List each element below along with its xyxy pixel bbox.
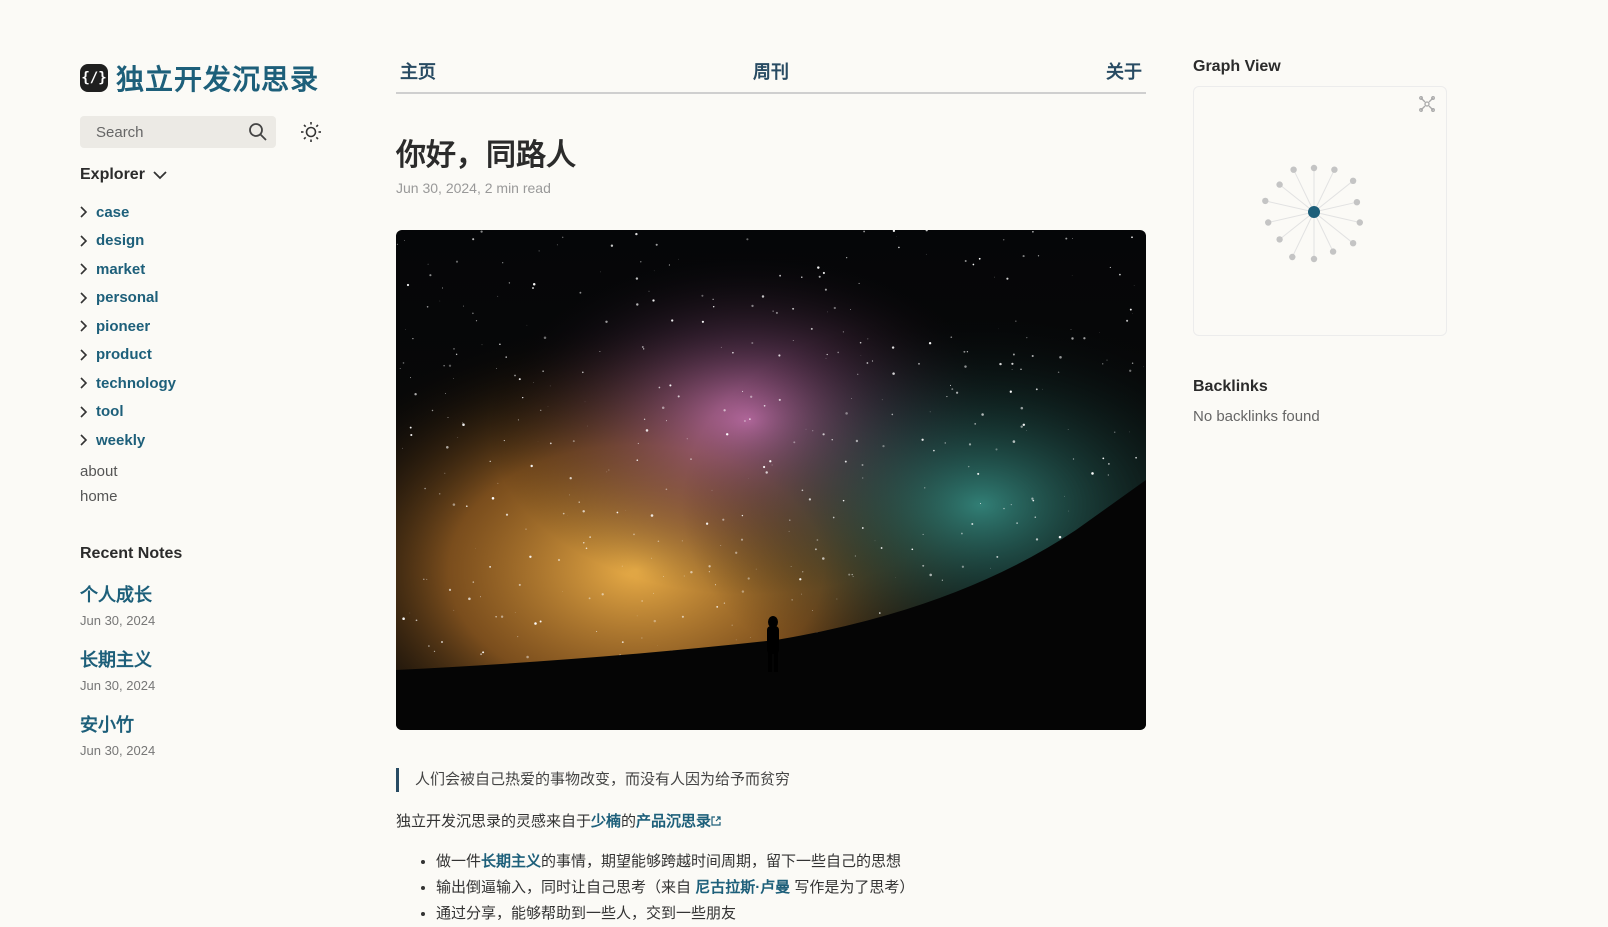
graph-node[interactable] bbox=[1354, 199, 1360, 205]
folder-weekly[interactable]: weekly bbox=[80, 426, 340, 455]
page-title: 你好，同路人 bbox=[396, 130, 1146, 174]
link-luhmann[interactable]: 尼古拉斯·卢曼 bbox=[695, 879, 790, 896]
search-placeholder: Search bbox=[96, 124, 144, 141]
graph-node[interactable] bbox=[1311, 256, 1317, 262]
explorer-tree: case design market personal pioneer prod… bbox=[80, 198, 340, 509]
article-intro: 独立开发沉思录的灵感来自于少楠的产品沉思录 bbox=[396, 810, 1146, 831]
theme-toggle-sun-icon[interactable] bbox=[300, 121, 322, 143]
list-item: 做一件长期主义的事情，期望能够跨越时间周期，留下一些自己的思想 bbox=[436, 849, 1146, 875]
main-content: 主页 周刊 关于 你好，同路人 Jun 30, 2024, 2 min read bbox=[396, 58, 1146, 927]
chevron-right-icon bbox=[80, 235, 88, 247]
graph-edge bbox=[1314, 212, 1333, 252]
graph-node[interactable] bbox=[1276, 181, 1282, 187]
chevron-right-icon bbox=[80, 349, 88, 361]
page-about[interactable]: about bbox=[80, 459, 340, 484]
expand-graph-icon[interactable] bbox=[1418, 95, 1436, 113]
graph-node[interactable] bbox=[1331, 167, 1337, 173]
graph-node[interactable] bbox=[1330, 248, 1336, 254]
folder-label: product bbox=[96, 346, 152, 363]
graph-node[interactable] bbox=[1350, 240, 1356, 246]
recent-note-title[interactable]: 个人成长 bbox=[80, 581, 340, 607]
graph-edge bbox=[1314, 170, 1334, 212]
folder-label: pioneer bbox=[96, 318, 150, 335]
graph-node[interactable] bbox=[1289, 254, 1295, 260]
list-item: 通过分享，能够帮助到一些人，交到一些朋友 bbox=[436, 901, 1146, 927]
recent-note[interactable]: 个人成长 Jun 30, 2024 bbox=[80, 581, 340, 628]
recent-note-date: Jun 30, 2024 bbox=[80, 743, 340, 758]
nav-home[interactable]: 主页 bbox=[400, 58, 436, 84]
hero-image bbox=[396, 230, 1146, 730]
nav-weekly[interactable]: 周刊 bbox=[753, 58, 789, 84]
article-blockquote: 人们会被自己热爱的事物改变，而没有人因为给予而贫穷 bbox=[396, 768, 1146, 792]
folder-design[interactable]: design bbox=[80, 227, 340, 256]
graph-node-current[interactable] bbox=[1308, 206, 1320, 218]
link-shaonan[interactable]: 少楠 bbox=[591, 813, 621, 830]
chevron-right-icon bbox=[80, 377, 88, 389]
graph-node[interactable] bbox=[1311, 165, 1317, 171]
list-item: 输出倒逼输入，同时让自己思考（来自 尼古拉斯·卢曼 写作是为了思考） bbox=[436, 875, 1146, 901]
graph-view-panel[interactable] bbox=[1193, 86, 1447, 336]
chevron-right-icon bbox=[80, 292, 88, 304]
chevron-down-icon bbox=[153, 170, 167, 180]
recent-note[interactable]: 安小竹 Jun 30, 2024 bbox=[80, 711, 340, 758]
folder-case[interactable]: case bbox=[80, 198, 340, 227]
recent-note-date: Jun 30, 2024 bbox=[80, 613, 340, 628]
nav-about[interactable]: 关于 bbox=[1106, 58, 1142, 84]
link-product-thoughts[interactable]: 产品沉思录 bbox=[636, 813, 711, 830]
intro-text: 的 bbox=[621, 813, 636, 830]
site-brand[interactable]: {/} 独立开发沉思录 bbox=[80, 58, 340, 98]
recent-note-date: Jun 30, 2024 bbox=[80, 678, 340, 693]
graph-edge bbox=[1292, 212, 1314, 257]
folder-market[interactable]: market bbox=[80, 255, 340, 284]
graph-node[interactable] bbox=[1350, 178, 1356, 184]
graph-node[interactable] bbox=[1357, 219, 1363, 225]
folder-label: market bbox=[96, 261, 145, 278]
recent-notes-heading: Recent Notes bbox=[80, 545, 340, 563]
folder-label: case bbox=[96, 204, 129, 221]
folder-label: weekly bbox=[96, 432, 145, 449]
folder-label: tool bbox=[96, 403, 124, 420]
graph-node[interactable] bbox=[1262, 198, 1268, 204]
folder-label: design bbox=[96, 232, 144, 249]
site-logo-icon: {/} bbox=[80, 64, 108, 92]
folder-tool[interactable]: tool bbox=[80, 398, 340, 427]
graph-edge bbox=[1294, 170, 1314, 212]
folder-product[interactable]: product bbox=[80, 341, 340, 370]
search-icon[interactable] bbox=[248, 122, 268, 142]
recent-note[interactable]: 长期主义 Jun 30, 2024 bbox=[80, 646, 340, 693]
folder-label: technology bbox=[96, 375, 176, 392]
folder-label: personal bbox=[96, 289, 159, 306]
top-nav: 主页 周刊 关于 bbox=[396, 58, 1146, 94]
left-sidebar: {/} 独立开发沉思录 Search Explorer case bbox=[80, 58, 340, 758]
graph-node[interactable] bbox=[1276, 236, 1282, 242]
folder-technology[interactable]: technology bbox=[80, 369, 340, 398]
article-bullets: 做一件长期主义的事情，期望能够跨越时间周期，留下一些自己的思想 输出倒逼输入，同… bbox=[396, 849, 1146, 927]
graph-view-heading: Graph View bbox=[1193, 58, 1445, 76]
page-home[interactable]: home bbox=[80, 484, 340, 509]
explorer-toggle[interactable]: Explorer bbox=[80, 166, 340, 184]
site-title[interactable]: 独立开发沉思录 bbox=[116, 58, 319, 98]
article-meta: Jun 30, 2024, 2 min read bbox=[396, 180, 1146, 196]
intro-text: 独立开发沉思录的灵感来自于 bbox=[396, 813, 591, 830]
graph-node[interactable] bbox=[1265, 219, 1271, 225]
explorer-label: Explorer bbox=[80, 166, 145, 184]
link-long-termism[interactable]: 长期主义 bbox=[481, 853, 541, 870]
chevron-right-icon bbox=[80, 263, 88, 275]
chevron-right-icon bbox=[80, 406, 88, 418]
graph-node[interactable] bbox=[1290, 167, 1296, 173]
right-sidebar: Graph View Backlinks No backlinks found bbox=[1193, 58, 1445, 425]
chevron-right-icon bbox=[80, 434, 88, 446]
folder-pioneer[interactable]: pioneer bbox=[80, 312, 340, 341]
recent-note-title[interactable]: 安小竹 bbox=[80, 711, 340, 737]
folder-personal[interactable]: personal bbox=[80, 284, 340, 313]
chevron-right-icon bbox=[80, 320, 88, 332]
backlinks-empty: No backlinks found bbox=[1193, 408, 1445, 425]
external-link-icon bbox=[711, 816, 721, 826]
chevron-right-icon bbox=[80, 206, 88, 218]
search-input[interactable]: Search bbox=[80, 116, 276, 148]
graph-canvas[interactable] bbox=[1194, 87, 1446, 335]
backlinks-heading: Backlinks bbox=[1193, 378, 1445, 396]
recent-note-title[interactable]: 长期主义 bbox=[80, 646, 340, 672]
